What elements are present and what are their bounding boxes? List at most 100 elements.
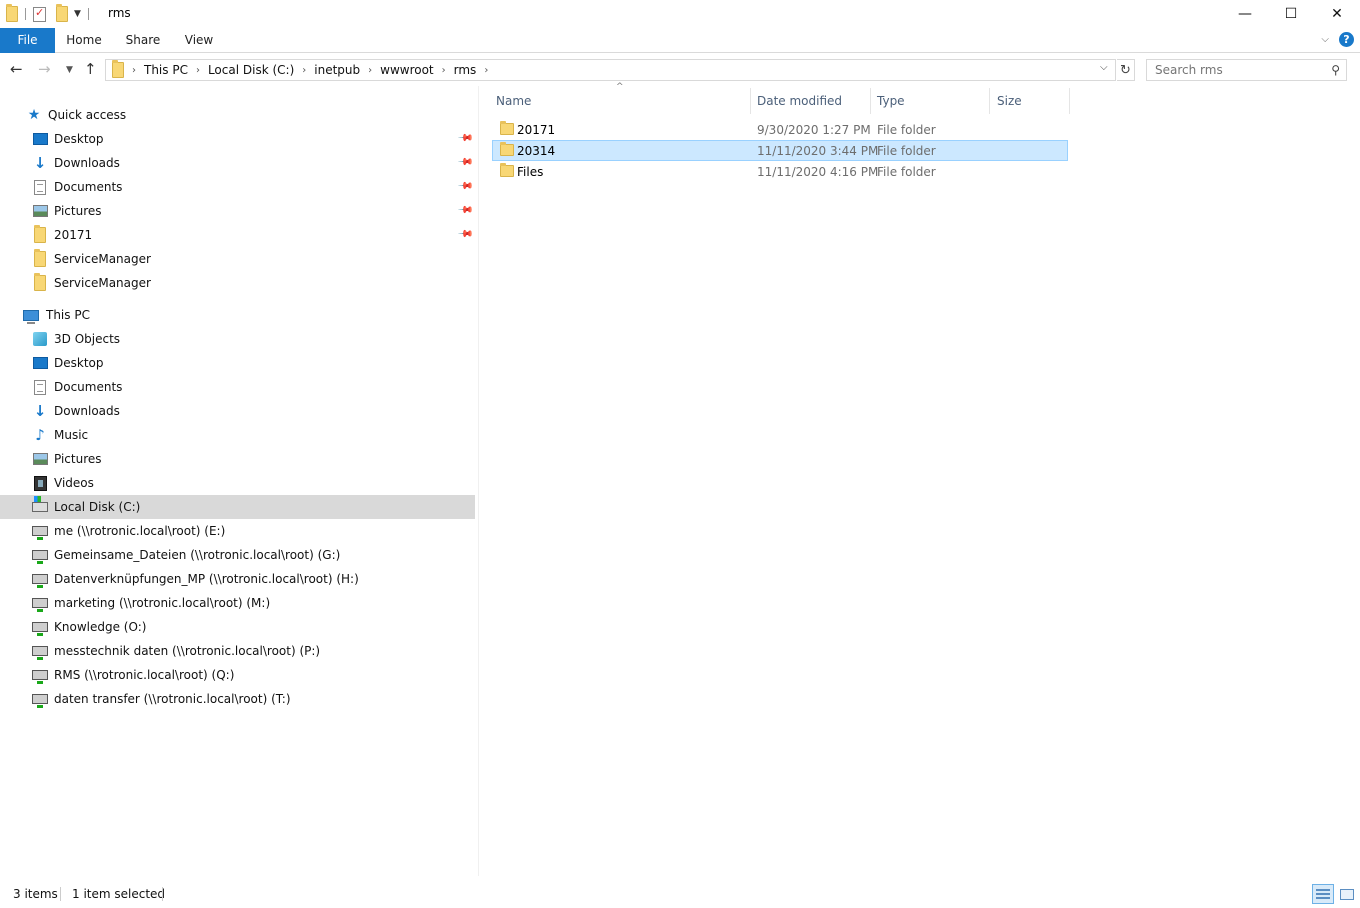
breadcrumb-chevron-icon[interactable]: › bbox=[368, 65, 372, 76]
nav-drive-q[interactable]: RMS (\\rotronic.local\root) (Q:) bbox=[0, 663, 475, 687]
nav-label: Documents bbox=[54, 180, 123, 194]
quick-access-toolbar: ▼ bbox=[6, 4, 92, 23]
nav-desktop[interactable]: Desktop bbox=[0, 351, 475, 375]
local-disk-icon bbox=[32, 496, 48, 515]
breadcrumb-rms[interactable]: rms bbox=[454, 63, 477, 77]
breadcrumb-inetpub[interactable]: inetpub bbox=[314, 63, 360, 77]
documents-icon bbox=[32, 179, 48, 195]
pane-divider[interactable] bbox=[478, 86, 479, 876]
nav-music[interactable]: ♪ Music bbox=[0, 423, 475, 447]
tab-view[interactable]: View bbox=[180, 28, 218, 53]
nav-documents[interactable]: Documents bbox=[0, 375, 475, 399]
nav-qa-servicemanager[interactable]: ServiceManager bbox=[0, 247, 475, 271]
table-row[interactable]: 20314 11/11/2020 3:44 PM File folder bbox=[492, 140, 1068, 161]
pin-icon[interactable]: 📌 bbox=[456, 202, 473, 219]
help-icon[interactable]: ? bbox=[1339, 32, 1354, 47]
window-title: rms bbox=[108, 6, 131, 20]
network-drive-icon bbox=[32, 571, 48, 588]
nav-qa-desktop[interactable]: Desktop 📌 bbox=[0, 127, 475, 151]
folder-icon bbox=[6, 4, 18, 22]
tab-file[interactable]: File bbox=[0, 28, 55, 53]
pin-icon[interactable]: 📌 bbox=[456, 130, 473, 147]
search-input[interactable] bbox=[1147, 60, 1317, 80]
new-folder-icon[interactable] bbox=[56, 4, 68, 22]
nav-drive-h[interactable]: Datenverknüpfungen_MP (\\rotronic.local\… bbox=[0, 567, 475, 591]
window-controls: — ☐ ✕ bbox=[1222, 0, 1360, 28]
column-divider[interactable] bbox=[870, 88, 871, 114]
nav-qa-pictures[interactable]: Pictures 📌 bbox=[0, 199, 475, 223]
breadcrumb-chevron-icon[interactable]: › bbox=[196, 65, 200, 76]
minimize-button[interactable]: — bbox=[1222, 0, 1268, 28]
refresh-icon[interactable]: ↻ bbox=[1117, 59, 1135, 81]
nav-drive-m[interactable]: marketing (\\rotronic.local\root) (M:) bbox=[0, 591, 475, 615]
address-history-dropdown-icon[interactable]: ⌵ bbox=[1100, 62, 1108, 73]
nav-qa-downloads[interactable]: ↓ Downloads 📌 bbox=[0, 151, 475, 175]
network-drive-icon bbox=[32, 595, 48, 612]
column-header-type[interactable]: Type bbox=[873, 88, 989, 114]
nav-downloads[interactable]: ↓ Downloads bbox=[0, 399, 475, 423]
breadcrumb-chevron-icon[interactable]: › bbox=[484, 65, 488, 76]
nav-drive-o[interactable]: Knowledge (O:) bbox=[0, 615, 475, 639]
nav-3d-objects[interactable]: 3D Objects bbox=[0, 327, 475, 351]
address-bar[interactable]: › This PC › Local Disk (C:) › inetpub › … bbox=[105, 59, 1116, 81]
details-view-button[interactable] bbox=[1312, 884, 1334, 904]
nav-qa-documents[interactable]: Documents 📌 bbox=[0, 175, 475, 199]
table-row[interactable]: Files 11/11/2020 4:16 PM File folder bbox=[492, 161, 1068, 182]
column-header-name[interactable]: Name bbox=[492, 88, 750, 114]
pin-icon[interactable]: 📌 bbox=[456, 154, 473, 171]
pin-icon[interactable]: 📌 bbox=[456, 178, 473, 195]
column-divider[interactable] bbox=[989, 88, 990, 114]
nav-local-disk-c[interactable]: Local Disk (C:) bbox=[0, 495, 475, 519]
ribbon-tabs: File Home Share View ⌵ ? bbox=[0, 28, 1360, 53]
back-arrow-icon[interactable]: ← bbox=[10, 60, 23, 78]
tab-home[interactable]: Home bbox=[62, 28, 106, 53]
tab-share[interactable]: Share bbox=[122, 28, 164, 53]
address-row: ← → ▼ ↑ › This PC › Local Disk (C:) › in… bbox=[0, 57, 1360, 83]
nav-videos[interactable]: Videos bbox=[0, 471, 475, 495]
nav-qa-20171[interactable]: 20171 📌 bbox=[0, 223, 475, 247]
item-count: 3 items bbox=[13, 887, 58, 901]
column-header-size[interactable]: Size bbox=[993, 88, 1069, 114]
file-name: 20171 bbox=[517, 122, 556, 137]
customize-toolbar-dropdown-icon[interactable]: ▼ bbox=[74, 9, 81, 19]
folder-icon bbox=[500, 163, 514, 180]
breadcrumb-chevron-icon[interactable]: › bbox=[132, 65, 136, 76]
nav-label: Downloads bbox=[54, 156, 120, 170]
search-icon[interactable]: ⚲ bbox=[1331, 63, 1340, 77]
videos-icon bbox=[32, 475, 48, 491]
folder-icon bbox=[500, 142, 514, 159]
column-header-date-modified[interactable]: Date modified bbox=[753, 88, 871, 114]
expand-ribbon-chevron-icon[interactable]: ⌵ bbox=[1321, 34, 1329, 45]
nav-quick-access[interactable]: ★ Quick access bbox=[0, 103, 475, 127]
breadcrumb-local-disk[interactable]: Local Disk (C:) bbox=[208, 63, 294, 77]
close-button[interactable]: ✕ bbox=[1314, 0, 1360, 28]
table-row[interactable]: 20171 9/30/2020 1:27 PM File folder bbox=[492, 119, 1068, 140]
nav-drive-g[interactable]: Gemeinsame_Dateien (\\rotronic.local\roo… bbox=[0, 543, 475, 567]
nav-pictures[interactable]: Pictures bbox=[0, 447, 475, 471]
pin-icon[interactable]: 📌 bbox=[456, 226, 473, 243]
column-divider[interactable] bbox=[750, 88, 751, 114]
desktop-icon bbox=[32, 355, 48, 371]
nav-qa-servicemanager-2[interactable]: ServiceManager bbox=[0, 271, 475, 295]
breadcrumb-this-pc[interactable]: This PC bbox=[144, 63, 188, 77]
up-arrow-icon[interactable]: ↑ bbox=[84, 60, 97, 78]
forward-arrow-icon[interactable]: → bbox=[38, 60, 51, 78]
this-pc-icon bbox=[22, 307, 40, 324]
nav-this-pc[interactable]: This PC bbox=[0, 303, 475, 327]
nav-label: Quick access bbox=[48, 108, 127, 122]
folder-icon bbox=[32, 249, 48, 267]
nav-label: Gemeinsame_Dateien (\\rotronic.local\roo… bbox=[54, 548, 341, 562]
recent-locations-chevron-icon[interactable]: ▼ bbox=[66, 65, 73, 75]
nav-drive-t[interactable]: daten transfer (\\rotronic.local\root) (… bbox=[0, 687, 475, 711]
breadcrumb-chevron-icon[interactable]: › bbox=[442, 65, 446, 76]
large-icons-view-button[interactable] bbox=[1336, 884, 1358, 904]
breadcrumb-chevron-icon[interactable]: › bbox=[302, 65, 306, 76]
nav-drive-p[interactable]: messtechnik daten (\\rotronic.local\root… bbox=[0, 639, 475, 663]
maximize-button[interactable]: ☐ bbox=[1268, 0, 1314, 28]
nav-drive-e[interactable]: me (\\rotronic.local\root) (E:) bbox=[0, 519, 475, 543]
breadcrumb-wwwroot[interactable]: wwwroot bbox=[380, 63, 434, 77]
search-box[interactable]: ⚲ bbox=[1146, 59, 1347, 81]
column-divider[interactable] bbox=[1069, 88, 1070, 114]
properties-icon[interactable] bbox=[33, 6, 46, 22]
toolbar-divider bbox=[87, 8, 89, 20]
